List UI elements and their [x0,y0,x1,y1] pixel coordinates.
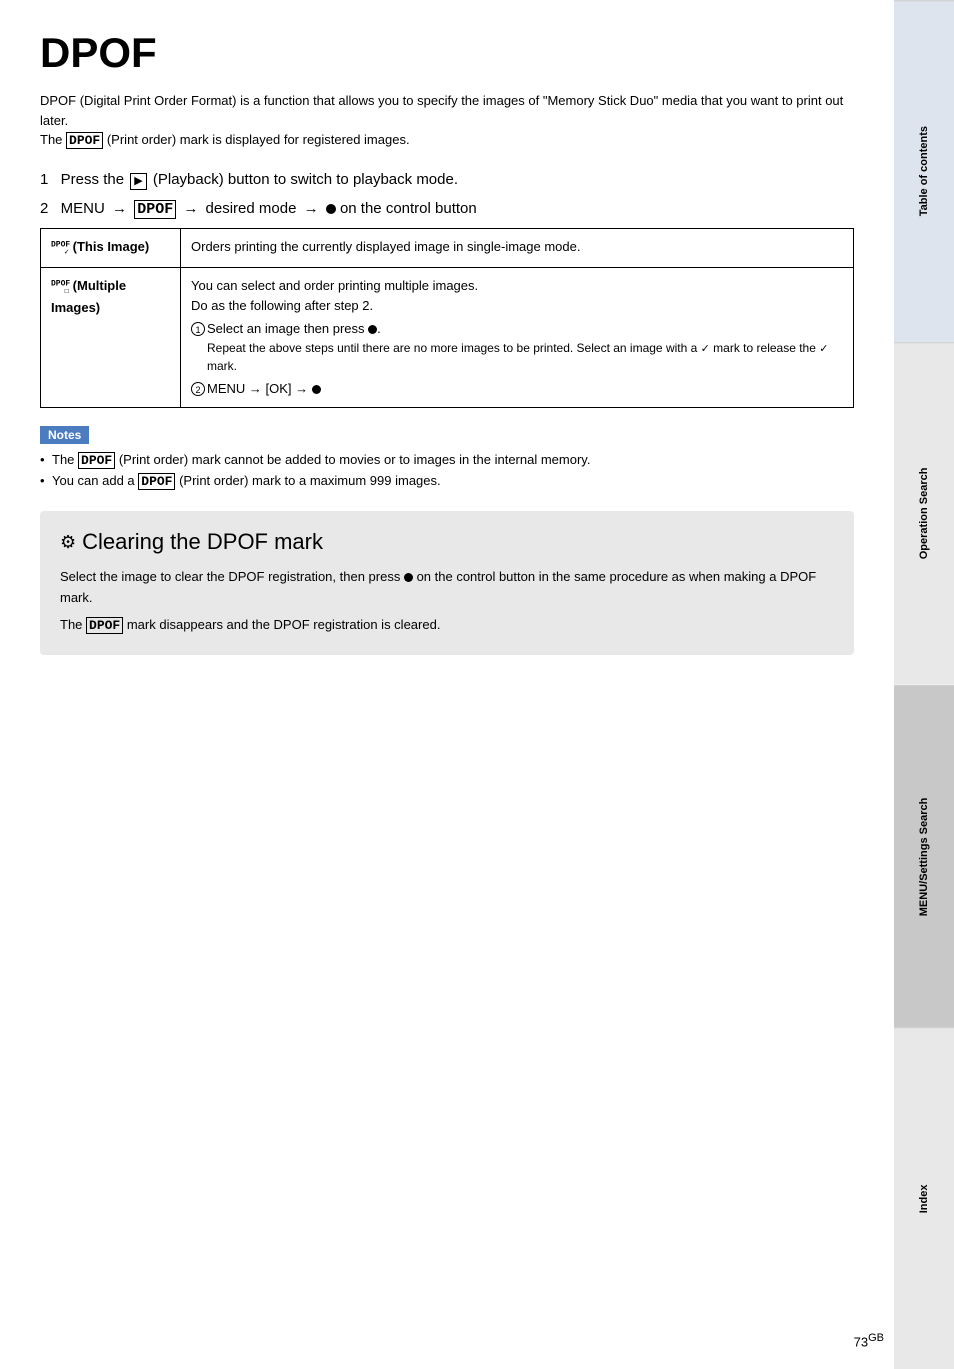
table-row: DPOF✓ (This Image) Orders printing the c… [41,229,854,268]
playback-icon: ▶ [130,173,146,190]
sidebar-tab-operation-label: Operation Search [918,468,930,560]
step-2-number: 2 [40,200,48,217]
dpof-mark-note1: DPOF [78,452,115,469]
step-1: 1 Press the ▶ (Playback) button to switc… [40,169,854,190]
clearing-title-text: Clearing the DPOF mark [82,529,323,555]
sidebar: Table of contents Operation Search MENU/… [894,0,954,1369]
notes-item-2: You can add a DPOF (Print order) mark to… [40,471,854,493]
dpof-mark-intro: DPOF [66,132,103,149]
clearing-text: Select the image to clear the DPOF regis… [60,567,834,636]
page-number: 73GB [854,1332,884,1349]
bullet-2 [312,385,321,394]
this-image-label: (This Image) [73,239,150,254]
notes-list: The DPOF (Print order) mark cannot be ad… [40,450,854,494]
sidebar-tab-menu-label: MENU/Settings Search [918,797,930,916]
dpof-mark-clearing: DPOF [86,617,123,634]
table-cell-left-1: DPOF✓ (This Image) [41,229,181,268]
clearing-section: ⚙ Clearing the DPOF mark Select the imag… [40,511,854,654]
page-num-value: 73 [854,1334,868,1349]
notes-item-1: The DPOF (Print order) mark cannot be ad… [40,450,854,472]
intro-line-2: The DPOF (Print order) mark is displayed… [40,130,854,151]
table-row: DPOF☐ (Multiple Images) You can select a… [41,268,854,408]
dpof-mark-note2: DPOF [138,473,175,490]
multiple-line-3: 1Select an image then press . [191,319,843,339]
bullet-1 [368,325,377,334]
sidebar-tab-menu[interactable]: MENU/Settings Search [894,685,954,1027]
sidebar-tab-index[interactable]: Index [894,1027,954,1369]
clearing-para-1: Select the image to clear the DPOF regis… [60,567,834,609]
sidebar-tab-operation[interactable]: Operation Search [894,342,954,684]
dpof-multiple-images-icon: DPOF☐ [51,283,69,294]
sidebar-tab-index-label: Index [918,1184,930,1213]
clearing-para-2: The DPOF mark disappears and the DPOF re… [60,615,834,637]
page-suffix: GB [868,1332,884,1344]
sidebar-tab-toc[interactable]: Table of contents [894,0,954,342]
dpof-mark-step2: DPOF [134,200,176,219]
table-cell-right-1: Orders printing the currently displayed … [181,229,854,268]
clearing-icon: ⚙ [60,532,76,553]
table-cell-left-2: DPOF☐ (Multiple Images) [41,268,181,408]
function-table: DPOF✓ (This Image) Orders printing the c… [40,228,854,408]
dpof-this-image-icon: DPOF✓ [51,244,69,255]
intro-line-1: DPOF (Digital Print Order Format) is a f… [40,91,854,130]
table-cell-right-2: You can select and order printing multip… [181,268,854,408]
step-1-number: 1 [40,171,48,188]
control-button-bullet [326,204,336,214]
multiple-line-1: You can select and order printing multip… [191,276,843,296]
notes-box: Notes The DPOF (Print order) mark cannot… [40,426,854,494]
sidebar-tab-toc-label: Table of contents [918,127,930,217]
circle-num-1: 1 [191,322,205,336]
multiple-line-5: 2MENU → [OK] → [191,379,843,399]
step-2: 2 MENU → DPOF → desired mode → on the co… [40,198,854,220]
circle-num-2: 2 [191,382,205,396]
page-title: DPOF [40,30,854,76]
multiple-line-2: Do as the following after step 2. [191,296,843,316]
notes-label: Notes [40,426,89,444]
intro-section: DPOF (Digital Print Order Format) is a f… [40,91,854,151]
multiple-line-4: Repeat the above steps until there are n… [191,339,843,376]
clearing-title: ⚙ Clearing the DPOF mark [60,529,834,555]
bullet-clearing [404,573,413,582]
